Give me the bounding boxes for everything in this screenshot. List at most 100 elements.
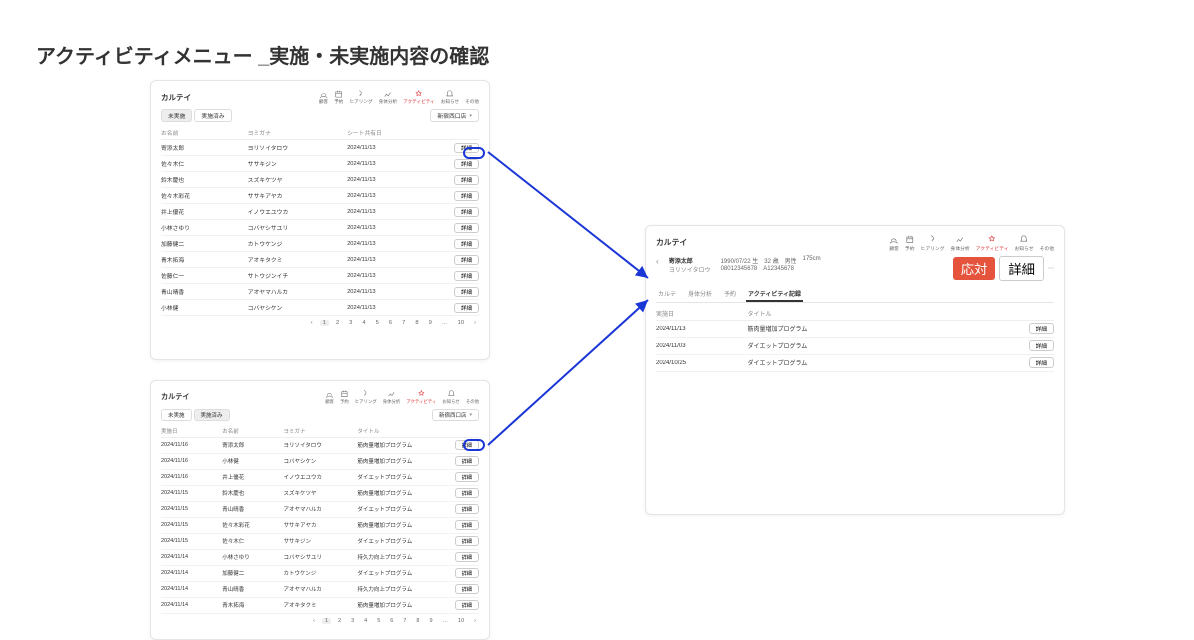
pager-page[interactable]: 8 — [412, 320, 421, 326]
more-icon[interactable]: ⋯ — [1048, 265, 1054, 272]
pager-page[interactable]: 10 — [455, 618, 467, 624]
detail-button[interactable]: 詳細 — [454, 159, 479, 169]
pager-next[interactable]: › — [471, 618, 479, 624]
pager-page[interactable]: 9 — [426, 320, 435, 326]
shop-dropdown[interactable]: 新宿西口店 — [430, 109, 479, 122]
detail-button[interactable]: 詳細 — [455, 536, 479, 546]
toolbar-item-0[interactable]: 顧客 — [319, 89, 328, 105]
cell: 2024/11/16 — [161, 442, 218, 448]
cell: 2024/11/13 — [347, 289, 436, 295]
detail-button[interactable]: 詳細 — [1029, 340, 1054, 351]
page-title: アクティビティメニュー _実施・未実施内容の確認 — [36, 40, 489, 69]
toolbar-item-5[interactable]: お知らせ — [441, 89, 459, 105]
toolbar-item-3[interactable]: 身体分析 — [951, 234, 970, 252]
toolbar-item-2[interactable]: ヒアリング — [921, 234, 945, 252]
tab[interactable]: カルテ — [656, 287, 678, 302]
cell: 2024/11/15 — [161, 506, 218, 512]
toolbar-item-1[interactable]: 予約 — [340, 389, 349, 405]
pager-page[interactable]: 6 — [387, 618, 396, 624]
toolbar-item-5[interactable]: お知らせ — [442, 389, 459, 405]
respond-button[interactable]: 応対 — [953, 257, 996, 280]
toolbar-item-2[interactable]: ヒアリング — [349, 89, 372, 105]
toolbar-item-2[interactable]: ヒアリング — [355, 389, 377, 405]
detail-button[interactable]: 詳細 — [1029, 357, 1054, 368]
tab[interactable]: アクティビティ記録 — [746, 287, 803, 302]
toolbar-item-3[interactable]: 身体分析 — [383, 389, 401, 405]
col-name: お名前 — [161, 128, 244, 137]
profile-name: 寄添太郎 — [669, 256, 711, 265]
toolbar-item-3[interactable]: 身体分析 — [379, 89, 398, 105]
pager-prev[interactable]: ‹ — [310, 618, 318, 624]
cell: 佐々木仁 — [161, 159, 244, 168]
toolbar-item-4[interactable]: アクティビティ — [403, 89, 435, 105]
toolbar-item-6[interactable]: その他 — [465, 89, 479, 105]
brand: カルテイ — [161, 392, 190, 402]
detail-button[interactable]: 詳細 — [455, 600, 479, 610]
pager-page[interactable]: 2 — [335, 618, 344, 624]
pager-page[interactable]: … — [439, 320, 451, 326]
profile-birth: 1990/07/22 生 — [721, 256, 759, 265]
toolbar-label: その他 — [466, 399, 479, 405]
pager-page[interactable]: 5 — [373, 320, 382, 326]
pager-page[interactable]: 7 — [399, 320, 408, 326]
toolbar-item-4[interactable]: アクティビティ — [406, 389, 436, 405]
detail-button[interactable]: 詳細 — [455, 440, 479, 450]
tab[interactable]: 予約 — [722, 287, 738, 302]
pager-page[interactable]: … — [440, 618, 452, 624]
shop-dropdown[interactable]: 新宿西口店 — [432, 409, 479, 421]
toolbar-item-0[interactable]: 顧客 — [325, 389, 334, 405]
toolbar-label: 身体分析 — [379, 99, 398, 105]
detail-button[interactable]: 詳細 — [454, 175, 479, 185]
pager-page[interactable]: 5 — [374, 618, 383, 624]
detail-button[interactable]: 詳細 — [999, 256, 1044, 281]
pager-page[interactable]: 4 — [359, 320, 368, 326]
toolbar-item-1[interactable]: 予約 — [334, 89, 343, 105]
detail-button[interactable]: 詳細 — [454, 143, 479, 153]
pager-page[interactable]: 6 — [386, 320, 395, 326]
toolbar-item-5[interactable]: お知らせ — [1015, 234, 1034, 252]
detail-button[interactable]: 詳細 — [455, 584, 479, 594]
detail-button[interactable]: 詳細 — [454, 271, 479, 281]
detail-button[interactable]: 詳細 — [454, 223, 479, 233]
window-pending: カルテイ 顧客予約ヒアリング身体分析アクティビティお知らせその他 未実施 実施済… — [150, 80, 490, 360]
tab-pending[interactable]: 未実施 — [161, 409, 192, 421]
detail-button[interactable]: 詳細 — [454, 303, 479, 313]
toolbar-item-4[interactable]: アクティビティ — [976, 234, 1009, 252]
pager-page[interactable]: 1 — [322, 618, 331, 624]
detail-button[interactable]: 詳細 — [455, 472, 479, 482]
detail-button[interactable]: 詳細 — [455, 456, 479, 466]
detail-button[interactable]: 詳細 — [454, 255, 479, 265]
pager-next[interactable]: › — [471, 320, 479, 326]
toolbar-item-0[interactable]: 顧客 — [889, 234, 899, 252]
tab-done[interactable]: 実施済み — [194, 109, 231, 122]
pager-page[interactable]: 3 — [348, 618, 357, 624]
pager-page[interactable]: 3 — [346, 320, 355, 326]
toolbar-item-1[interactable]: 予約 — [905, 234, 915, 252]
pager-prev[interactable]: ‹ — [308, 320, 316, 326]
detail-button[interactable]: 詳細 — [455, 520, 479, 530]
pager-page[interactable]: 10 — [455, 320, 467, 326]
pager-page[interactable]: 7 — [400, 618, 409, 624]
back-icon[interactable]: ‹ — [656, 256, 659, 266]
detail-button[interactable]: 詳細 — [454, 207, 479, 217]
window-done: カルテイ 顧客予約ヒアリング身体分析アクティビティお知らせその他 未実施 実施済… — [150, 380, 490, 640]
pager-page[interactable]: 1 — [320, 320, 329, 326]
detail-button[interactable]: 詳細 — [454, 191, 479, 201]
detail-button[interactable]: 詳細 — [454, 239, 479, 249]
pager-page[interactable]: 8 — [413, 618, 422, 624]
tab[interactable]: 身体分析 — [686, 287, 714, 302]
tab-done[interactable]: 実施済み — [194, 409, 230, 421]
toolbar-label: 顧客 — [889, 245, 899, 252]
detail-button[interactable]: 詳細 — [455, 488, 479, 498]
detail-button[interactable]: 詳細 — [455, 504, 479, 514]
toolbar-item-6[interactable]: その他 — [1040, 234, 1054, 252]
detail-button[interactable]: 詳細 — [1029, 323, 1054, 334]
pager-page[interactable]: 4 — [361, 618, 370, 624]
tab-pending[interactable]: 未実施 — [161, 109, 192, 122]
detail-button[interactable]: 詳細 — [455, 552, 479, 562]
detail-button[interactable]: 詳細 — [455, 568, 479, 578]
toolbar-item-6[interactable]: その他 — [466, 389, 479, 405]
pager-page[interactable]: 2 — [333, 320, 342, 326]
detail-button[interactable]: 詳細 — [454, 287, 479, 297]
pager-page[interactable]: 9 — [426, 618, 435, 624]
